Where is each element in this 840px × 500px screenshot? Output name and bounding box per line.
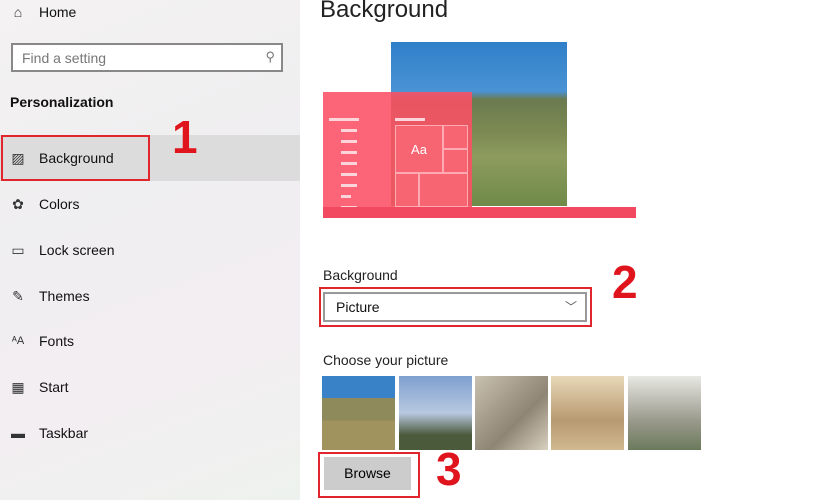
sidebar-item-fonts[interactable]: ᴬA Fonts: [0, 318, 300, 364]
sidebar-item-themes[interactable]: ✎ Themes: [0, 273, 300, 319]
sidebar-item-label: Taskbar: [39, 425, 89, 441]
search-input[interactable]: Find a setting ⚲: [11, 43, 283, 72]
picture-thumbnail[interactable]: [322, 376, 395, 450]
taskbar-icon: ▬: [11, 425, 25, 441]
preview-window: Aa: [323, 92, 472, 218]
home-icon: ⌂: [13, 4, 23, 20]
sidebar-item-lock-screen[interactable]: ▭ Lock screen: [0, 227, 300, 273]
picture-thumbnail[interactable]: [628, 376, 701, 450]
annotation-number-1: 1: [172, 111, 198, 163]
background-label: Background: [323, 267, 398, 283]
sidebar: ⌂ Home Find a setting ⚲ Personalization …: [0, 0, 300, 500]
lock-screen-icon: ▭: [11, 241, 25, 258]
page-title: Background: [320, 0, 449, 23]
section-heading: Personalization: [10, 94, 114, 110]
sidebar-item-label: Fonts: [39, 333, 75, 349]
annotation-box-2: [319, 287, 592, 327]
sidebar-item-label: Lock screen: [39, 242, 115, 258]
picture-thumbnail[interactable]: [399, 376, 472, 450]
picture-thumbnail[interactable]: [551, 376, 624, 450]
annotation-box-3: [318, 452, 420, 498]
choose-picture-label: Choose your picture: [323, 352, 449, 368]
palette-icon: ✿: [12, 195, 24, 212]
themes-icon: ✎: [12, 287, 24, 304]
preview-taskbar: [323, 207, 636, 218]
preview-text: Aa: [395, 125, 443, 173]
sidebar-item-label: Colors: [39, 196, 80, 212]
annotation-number-3: 3: [436, 443, 462, 495]
search-icon: ⚲: [265, 49, 275, 64]
sidebar-item-label: Themes: [39, 288, 90, 304]
annotation-number-2: 2: [612, 256, 638, 308]
home-label: Home: [39, 4, 77, 20]
annotation-box-1: [1, 135, 150, 181]
sidebar-item-label: Start: [39, 379, 69, 395]
fonts-icon: ᴬA: [11, 335, 25, 347]
sidebar-item-taskbar[interactable]: ▬ Taskbar: [0, 410, 300, 456]
sidebar-item-home[interactable]: ⌂ Home: [0, 0, 300, 35]
start-icon: ▦: [11, 378, 25, 395]
search-placeholder: Find a setting: [22, 50, 107, 66]
sidebar-item-start[interactable]: ▦ Start: [0, 364, 300, 410]
sidebar-item-colors[interactable]: ✿ Colors: [0, 181, 300, 227]
picture-thumbnail[interactable]: [475, 376, 548, 450]
